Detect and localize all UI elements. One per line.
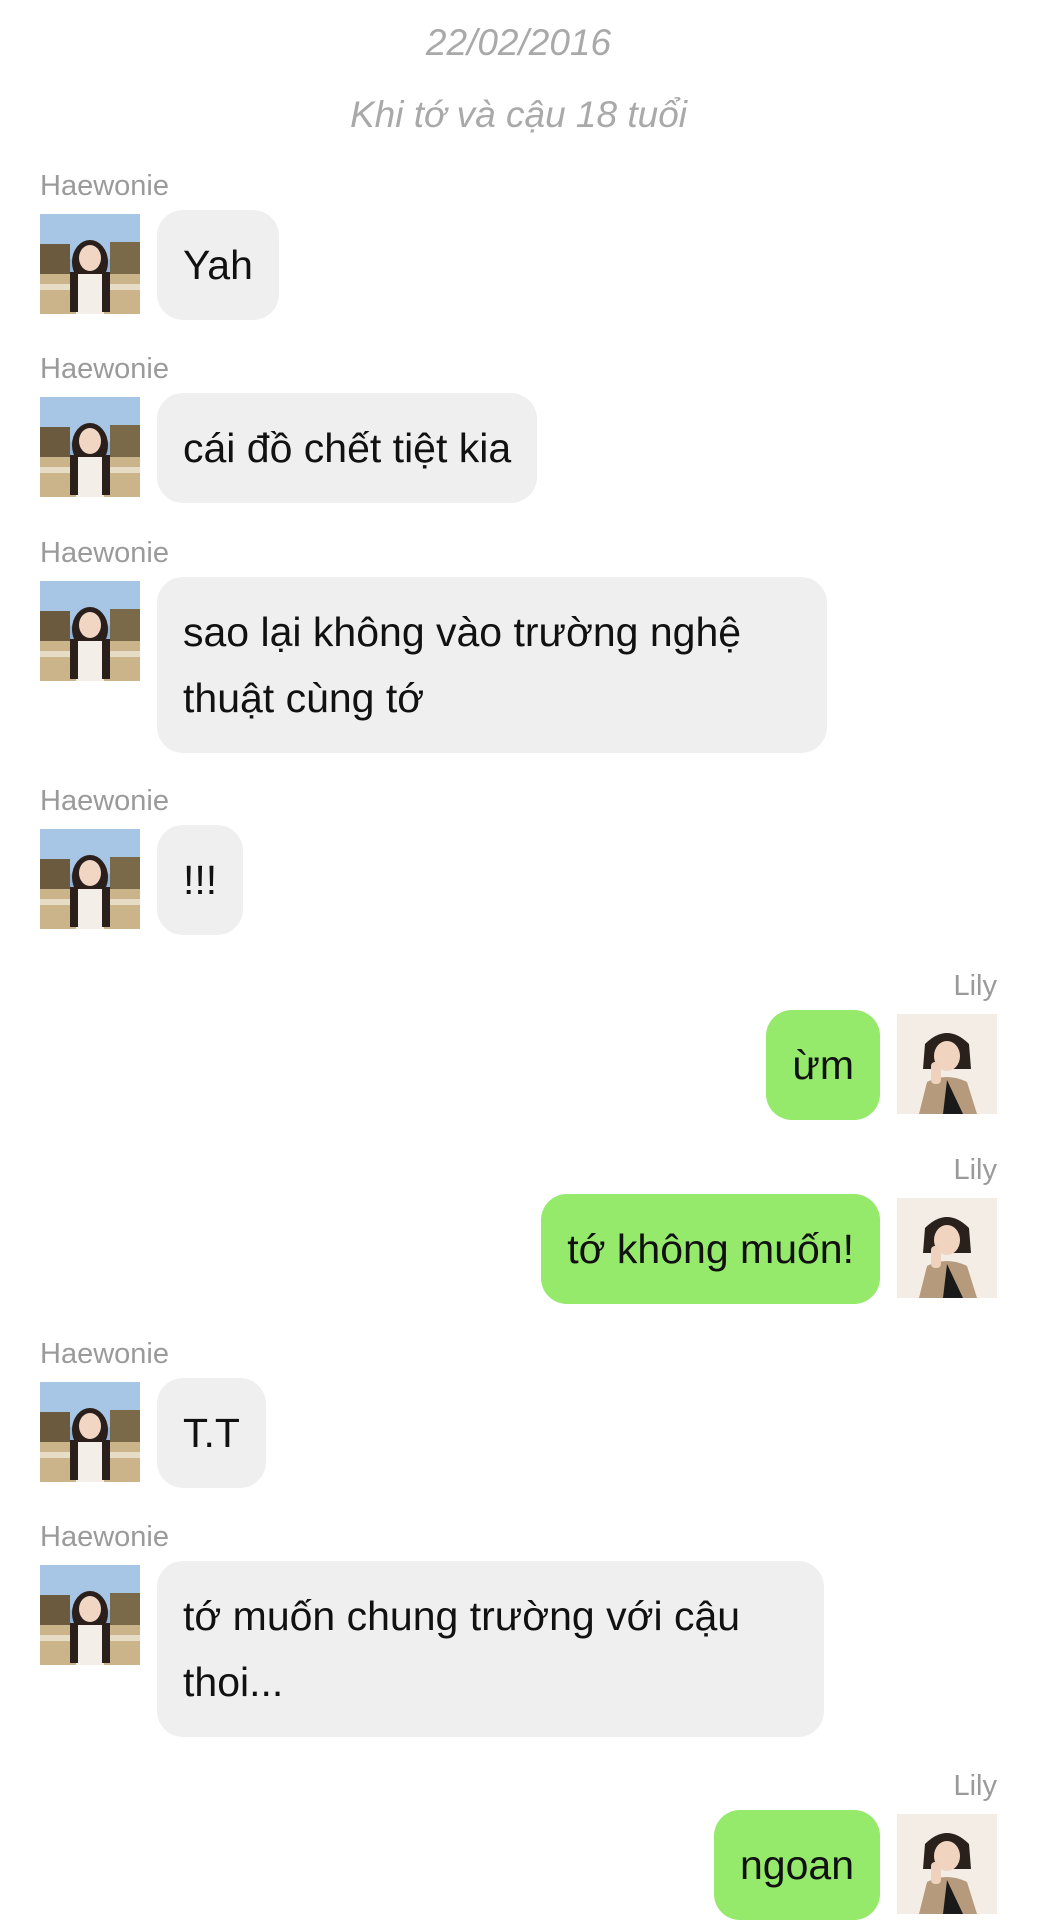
avatar[interactable]: [40, 581, 140, 681]
avatar[interactable]: [897, 1014, 997, 1114]
conversation-note: Khi tớ và cậu 18 tuổi: [349, 94, 688, 135]
sender-name: Haewonie: [40, 1521, 169, 1553]
sender-name: Haewonie: [40, 785, 169, 817]
message-bubble[interactable]: tớ muốn chung trường với cậu thoi...: [157, 1561, 824, 1737]
avatar[interactable]: [40, 829, 140, 929]
sender-name: Haewonie: [40, 170, 169, 202]
avatar[interactable]: [40, 1565, 140, 1665]
sender-name: Haewonie: [40, 353, 169, 385]
conversation-date: 22/02/2016: [425, 22, 612, 63]
sender-name: Lily: [953, 1770, 997, 1802]
message-bubble[interactable]: Yah: [157, 210, 279, 320]
message-bubble[interactable]: sao lại không vào trường nghệ thuật cùng…: [157, 577, 827, 753]
message-bubble[interactable]: T.T: [157, 1378, 266, 1488]
avatar[interactable]: [40, 397, 140, 497]
avatar[interactable]: [40, 1382, 140, 1482]
sender-name: Haewonie: [40, 1338, 169, 1370]
message-bubble[interactable]: ừm: [766, 1010, 880, 1120]
sender-name: Haewonie: [40, 537, 169, 569]
sender-name: Lily: [953, 1154, 997, 1186]
message-bubble[interactable]: tớ không muốn!: [541, 1194, 880, 1304]
message-bubble[interactable]: cái đồ chết tiệt kia: [157, 393, 538, 503]
avatar[interactable]: [897, 1198, 997, 1298]
message-bubble[interactable]: ngoan: [713, 1810, 880, 1920]
sender-name: Lily: [953, 970, 997, 1002]
avatar[interactable]: [40, 214, 140, 314]
avatar[interactable]: [897, 1814, 997, 1914]
message-bubble[interactable]: !!!: [157, 825, 244, 935]
